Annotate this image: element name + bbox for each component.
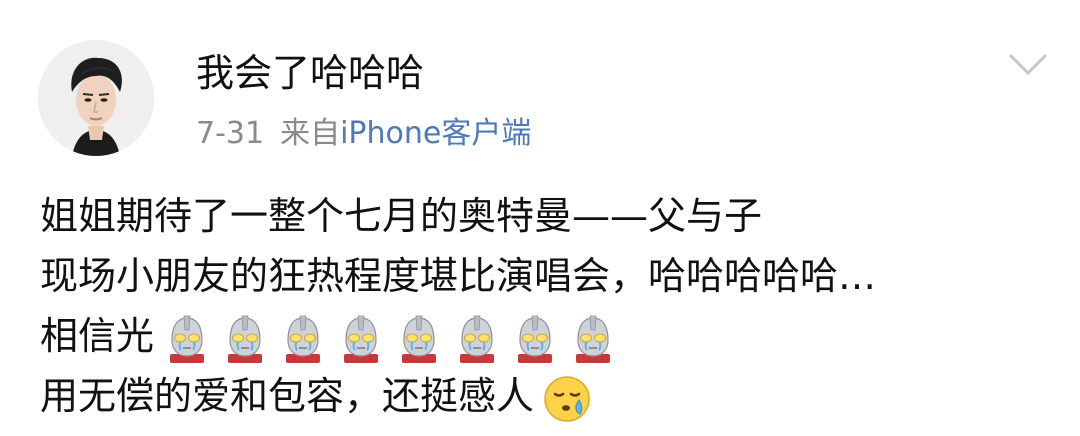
content-line-4: 用无偿的爱和包容，还挺感人 <box>40 366 1050 426</box>
post-source-client-link[interactable]: iPhone客户端 <box>340 116 531 151</box>
post-date: 7-31 <box>196 116 265 151</box>
ultraman-emoji-icon <box>162 314 212 364</box>
weibo-post-card: 我会了哈哈哈 7-31 来自iPhone客户端 姐姐期待了一整个七月的奥特曼——父… <box>0 0 1080 436</box>
ultraman-emoji-icon <box>220 314 270 364</box>
post-source-prefix: 来自 <box>280 116 341 151</box>
tearful-face-emoji-icon <box>542 374 592 424</box>
content-line-4-text: 用无偿的爱和包容，还挺感人 <box>40 374 535 418</box>
ultraman-emoji-icon <box>568 314 618 364</box>
ultraman-emoji-row <box>154 314 618 363</box>
username[interactable]: 我会了哈哈哈 <box>196 48 424 98</box>
ultraman-emoji-icon <box>394 314 444 364</box>
post-content: 姐姐期待了一整个七月的奥特曼——父与子 现场小朋友的狂热程度堪比演唱会，哈哈哈哈… <box>40 186 1050 426</box>
avatar[interactable] <box>38 40 154 156</box>
content-line-3-text: 相信光 <box>40 314 155 358</box>
content-line-3: 相信光 <box>40 306 1050 366</box>
content-line-2: 现场小朋友的狂热程度堪比演唱会，哈哈哈哈哈… <box>40 254 877 298</box>
ultraman-emoji-icon <box>510 314 560 364</box>
ultraman-emoji-icon <box>278 314 328 364</box>
content-line-1: 姐姐期待了一整个七月的奥特曼——父与子 <box>40 194 763 238</box>
ultraman-emoji-icon <box>452 314 502 364</box>
chevron-down-icon[interactable] <box>1008 52 1048 78</box>
ultraman-emoji-icon <box>336 314 386 364</box>
post-meta: 7-31 来自iPhone客户端 <box>196 114 531 154</box>
user-avatar-icon <box>38 40 154 156</box>
